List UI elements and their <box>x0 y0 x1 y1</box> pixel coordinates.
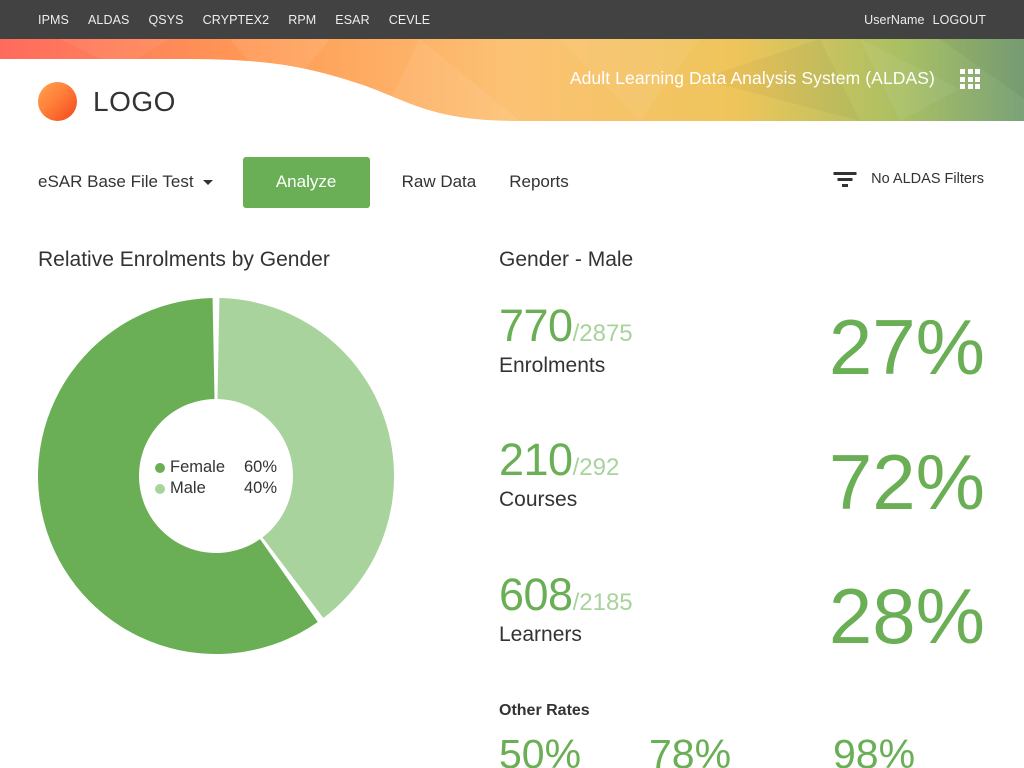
other-rate-1: 50% <box>499 731 582 768</box>
other-rate-3: 98% <box>833 731 916 768</box>
legend-dot-male <box>155 483 165 494</box>
stat-percent: 72% <box>828 438 985 526</box>
stat-percent: 28% <box>828 572 985 660</box>
stat-percent: 27% <box>828 303 985 391</box>
app-title: Adult Learning Data Analysis System (ALD… <box>569 68 935 88</box>
legend-label: Female <box>170 458 226 476</box>
nav-link-aldas[interactable]: ALDAS <box>88 13 130 27</box>
chart-legend: Female 60% Male 40% <box>155 457 277 499</box>
legend-item-male: Male 40% <box>155 478 277 499</box>
nav-link-esar[interactable]: ESAR <box>335 13 369 27</box>
stat-value: 770 <box>499 300 573 351</box>
logo[interactable]: LOGO <box>38 82 176 121</box>
filters-label: No ALDAS Filters <box>871 171 984 187</box>
other-rate-2: 78% <box>649 731 732 768</box>
toolbar: eSAR Base File Test Analyze Raw Data Rep… <box>38 156 602 208</box>
stat-enrolments: 770/2875 Enrolments 27% <box>499 300 989 400</box>
stat-value: 608 <box>499 569 573 620</box>
stat-total: /2185 <box>572 589 633 616</box>
legend-dot-female <box>155 462 165 473</box>
stat-label: Enrolments <box>499 354 606 377</box>
caret-down-icon <box>202 179 213 185</box>
nav-link-qsys[interactable]: QSYS <box>148 13 183 27</box>
nav-link-ipms[interactable]: IPMS <box>38 13 69 27</box>
grid-apps-icon[interactable] <box>960 69 980 89</box>
file-select-label: eSAR Base File Test <box>38 172 194 191</box>
chart-title: Relative Enrolments by Gender <box>38 248 330 271</box>
nav-link-rpm[interactable]: RPM <box>288 13 316 27</box>
legend-item-female: Female 60% <box>155 457 277 478</box>
reports-link[interactable]: Reports <box>509 172 569 192</box>
stat-label: Learners <box>499 623 582 646</box>
nav-link-cryptex2[interactable]: CRYPTEX2 <box>203 13 270 27</box>
analyze-button[interactable]: Analyze <box>242 156 370 208</box>
file-select-dropdown[interactable]: eSAR Base File Test <box>38 172 213 192</box>
stat-total: /292 <box>572 454 620 481</box>
nav-link-cevle[interactable]: CEVLE <box>389 13 431 27</box>
other-rates-title: Other Rates <box>499 702 590 719</box>
username-link[interactable]: UserName <box>864 13 925 27</box>
legend-label: Male <box>170 479 206 497</box>
legend-value: 40% <box>244 479 278 497</box>
filters-button[interactable]: No ALDAS Filters <box>833 170 984 188</box>
logo-text: LOGO <box>93 85 176 117</box>
stat-total: /2875 <box>572 320 633 347</box>
top-nav-bar: IPMS ALDAS QSYS CRYPTEX2 RPM ESAR CEVLE … <box>0 0 1024 39</box>
raw-data-link[interactable]: Raw Data <box>402 172 477 192</box>
user-area: UserName LOGOUT <box>864 13 986 27</box>
stat-value: 210 <box>499 434 573 485</box>
logo-icon <box>38 82 77 121</box>
legend-value: 60% <box>244 458 278 476</box>
app-links: IPMS ALDAS QSYS CRYPTEX2 RPM ESAR CEVLE <box>38 13 430 27</box>
filter-list-icon <box>833 170 857 188</box>
logout-link[interactable]: LOGOUT <box>933 13 986 27</box>
stat-label: Courses <box>499 488 578 511</box>
stat-courses: 210/292 Courses 72% <box>499 434 989 534</box>
stat-learners: 608/2185 Learners 28% <box>499 569 989 669</box>
stats-title: Gender - Male <box>499 248 634 271</box>
